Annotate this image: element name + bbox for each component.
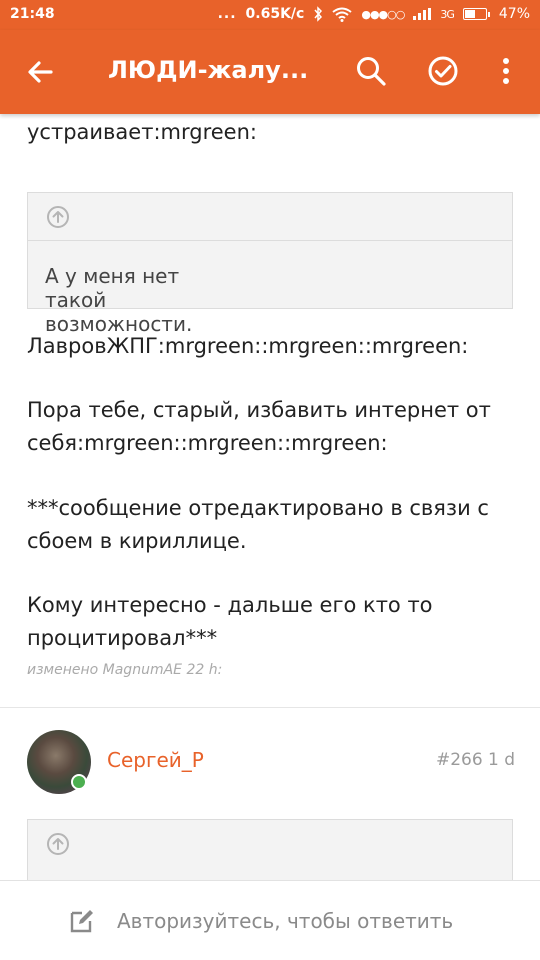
- notification-dots: ...: [217, 6, 237, 22]
- post-paragraph: ***сообщение отредактировано в связи с с…: [27, 496, 489, 553]
- network-speed: 0.65K/c: [245, 6, 305, 22]
- status-indicators: ... 0.65K/c ●●●○○ 3G 47%: [218, 6, 530, 22]
- arrow-up-circle-icon[interactable]: [46, 832, 70, 856]
- post-paragraph: Пора тебе, старый, избавить интернет от …: [27, 398, 491, 455]
- quote-text: А у меня нет такой возможности.: [45, 264, 193, 336]
- more-vert-icon[interactable]: [494, 54, 518, 88]
- cell-signal-icon: [413, 8, 432, 20]
- network-type: 3G: [440, 7, 454, 21]
- arrow-back-icon[interactable]: [24, 56, 56, 88]
- online-indicator: [71, 774, 87, 790]
- edit-icon: [70, 910, 93, 933]
- post-paragraph: Кому интересно - дальше его кто то проци…: [27, 593, 433, 650]
- post-divider: [0, 707, 540, 708]
- post-age: 1 d: [488, 750, 516, 770]
- post-line: ЛавровЖПГ:mrgreen::mrgreen::mrgreen:: [27, 334, 469, 358]
- check-circle-icon[interactable]: [426, 54, 460, 88]
- post-text-top: устраивает:mrgreen:: [27, 120, 257, 144]
- quote-header: [28, 193, 512, 241]
- signal-dots: ●●●○○: [361, 7, 405, 21]
- status-bar: 21:48 ... 0.65K/c ●●●○○ 3G 47%: [0, 0, 540, 30]
- reply-label[interactable]: Авторизуйтесь, чтобы ответить: [117, 909, 453, 933]
- edited-note: изменено MagnumAE 22 h:: [27, 662, 223, 678]
- battery-percent: 47%: [498, 6, 530, 22]
- arrow-up-circle-icon[interactable]: [46, 205, 70, 229]
- status-time: 21:48: [10, 6, 55, 22]
- post-number[interactable]: #266: [436, 750, 483, 770]
- wifi-icon: [332, 7, 352, 22]
- bluetooth-icon: [314, 6, 323, 22]
- quote-header: [28, 820, 512, 868]
- post-content: устраивает:mrgreen: А у меня нет такой в…: [0, 114, 540, 880]
- author-name[interactable]: Сергей_Р: [107, 748, 204, 772]
- search-icon[interactable]: [354, 54, 388, 88]
- battery-icon: [462, 8, 490, 20]
- reply-bar[interactable]: Авторизуйтесь, чтобы ответить: [0, 880, 540, 960]
- page-title: ЛЮДИ-жалу...: [108, 56, 308, 84]
- app-bar: ЛЮДИ-жалу...: [0, 30, 540, 114]
- quote-block: [27, 819, 513, 880]
